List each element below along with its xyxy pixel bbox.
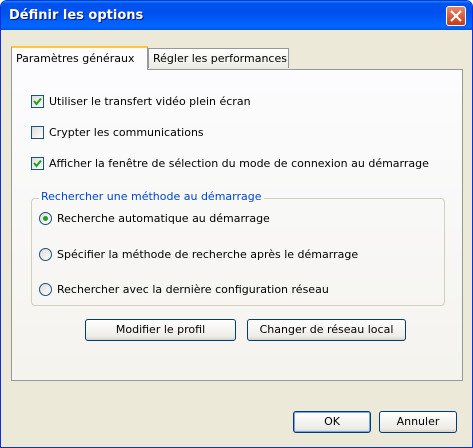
encrypt-label: Crypter les communications (49, 125, 204, 139)
modify-profile-button[interactable]: Modifier le profil (85, 319, 236, 341)
radio-auto-search-button[interactable] (39, 211, 52, 225)
close-button[interactable] (446, 6, 466, 26)
radio-last-config-label: Rechercher avec la dernière configuratio… (57, 282, 329, 296)
encrypt-option[interactable]: Crypter les communications (31, 124, 204, 140)
encrypt-checkbox[interactable] (31, 125, 44, 139)
ok-button[interactable]: OK (293, 411, 371, 433)
radio-specify-method-label: Spécifier la méthode de recherche après … (57, 247, 359, 261)
change-network-button[interactable]: Changer de réseau local (247, 319, 406, 341)
radio-last-config-button[interactable] (39, 282, 52, 296)
tab-general-settings[interactable]: Paramètres généraux (11, 46, 148, 70)
connection-mode-option[interactable]: Afficher la fenêtre de sélection du mode… (31, 155, 429, 171)
close-icon (450, 10, 462, 22)
fullscreen-video-label: Utiliser le transfert vidéo plein écran (49, 94, 251, 108)
connection-mode-label: Afficher la fenêtre de sélection du mode… (49, 156, 429, 170)
check-mark-icon (33, 97, 42, 106)
radio-auto-search-label: Recherche automatique au démarrage (57, 211, 270, 225)
check-mark-icon (33, 159, 42, 168)
radio-specify-method-button[interactable] (39, 247, 52, 261)
radio-specify-method[interactable]: Spécifier la méthode de recherche après … (39, 246, 358, 262)
search-method-group-title: Rechercher une méthode au démarrage (39, 190, 264, 203)
radio-last-config[interactable]: Rechercher avec la dernière configuratio… (39, 281, 329, 297)
cancel-button[interactable]: Annuler (379, 411, 457, 433)
radio-selected-dot (43, 215, 48, 221)
fullscreen-video-checkbox[interactable] (31, 94, 44, 108)
radio-auto-search[interactable]: Recherche automatique au démarrage (39, 210, 270, 226)
options-dialog: Définir les options Paramètres généraux … (0, 0, 473, 448)
fullscreen-video-option[interactable]: Utiliser le transfert vidéo plein écran (31, 93, 251, 109)
connection-mode-checkbox[interactable] (31, 156, 44, 170)
window-title: Définir les options (9, 8, 144, 23)
tab-performance[interactable]: Régler les performances (148, 48, 289, 68)
title-bar[interactable]: Définir les options (1, 1, 472, 30)
